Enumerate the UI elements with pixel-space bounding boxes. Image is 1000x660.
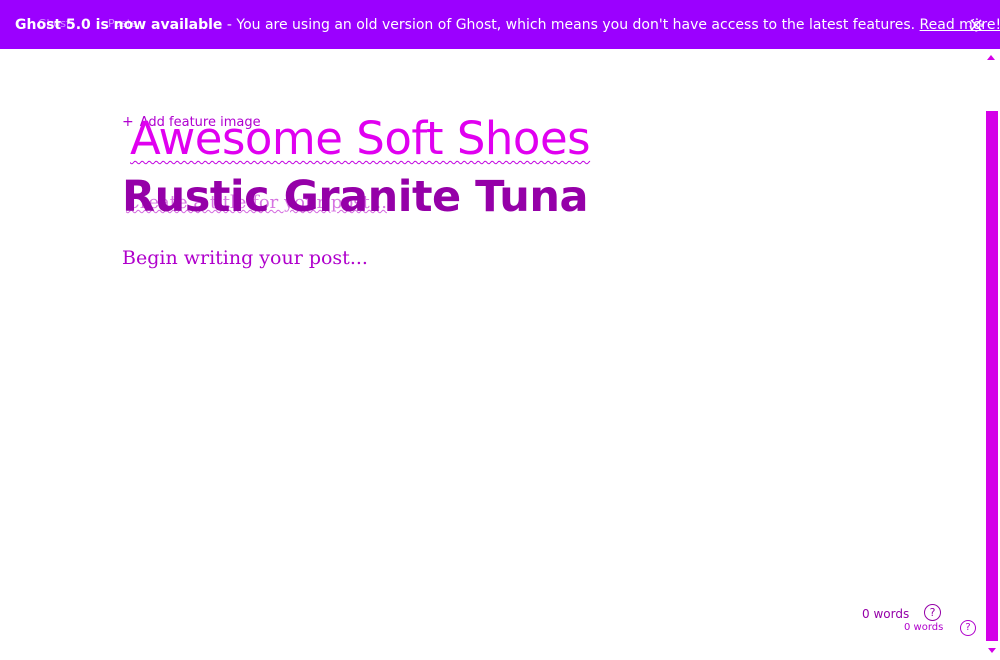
update-banner: Ghost Posts Ghost 5.0 is now available -… — [0, 0, 1000, 49]
post-title-overlay[interactable]: Awesome Soft Shoes — [130, 112, 591, 165]
banner-headline: Ghost 5.0 is now available — [15, 17, 223, 33]
banner-message: - You are using an old version of Ghost,… — [222, 17, 920, 33]
scrollbar-thumb[interactable] — [986, 111, 998, 641]
help-icon[interactable]: ? — [924, 604, 941, 621]
editor-window: Ghost Posts Ghost 5.0 is now available -… — [0, 0, 1000, 660]
scroll-up-arrow-icon[interactable] — [987, 55, 995, 60]
read-more-link[interactable]: Read more! — [920, 17, 1000, 33]
close-icon[interactable] — [966, 15, 986, 35]
scroll-down-arrow-icon[interactable] — [988, 648, 996, 653]
banner-text: Ghost 5.0 is now available - You are usi… — [15, 16, 1000, 34]
help-icon-secondary[interactable]: ? — [960, 620, 976, 636]
word-count-secondary: 0 words — [904, 622, 944, 633]
word-count: 0 words — [862, 607, 910, 621]
post-body-editor[interactable]: Begin writing your post... — [122, 247, 368, 269]
post-title[interactable]: Rustic Granite Tuna — [122, 172, 588, 222]
